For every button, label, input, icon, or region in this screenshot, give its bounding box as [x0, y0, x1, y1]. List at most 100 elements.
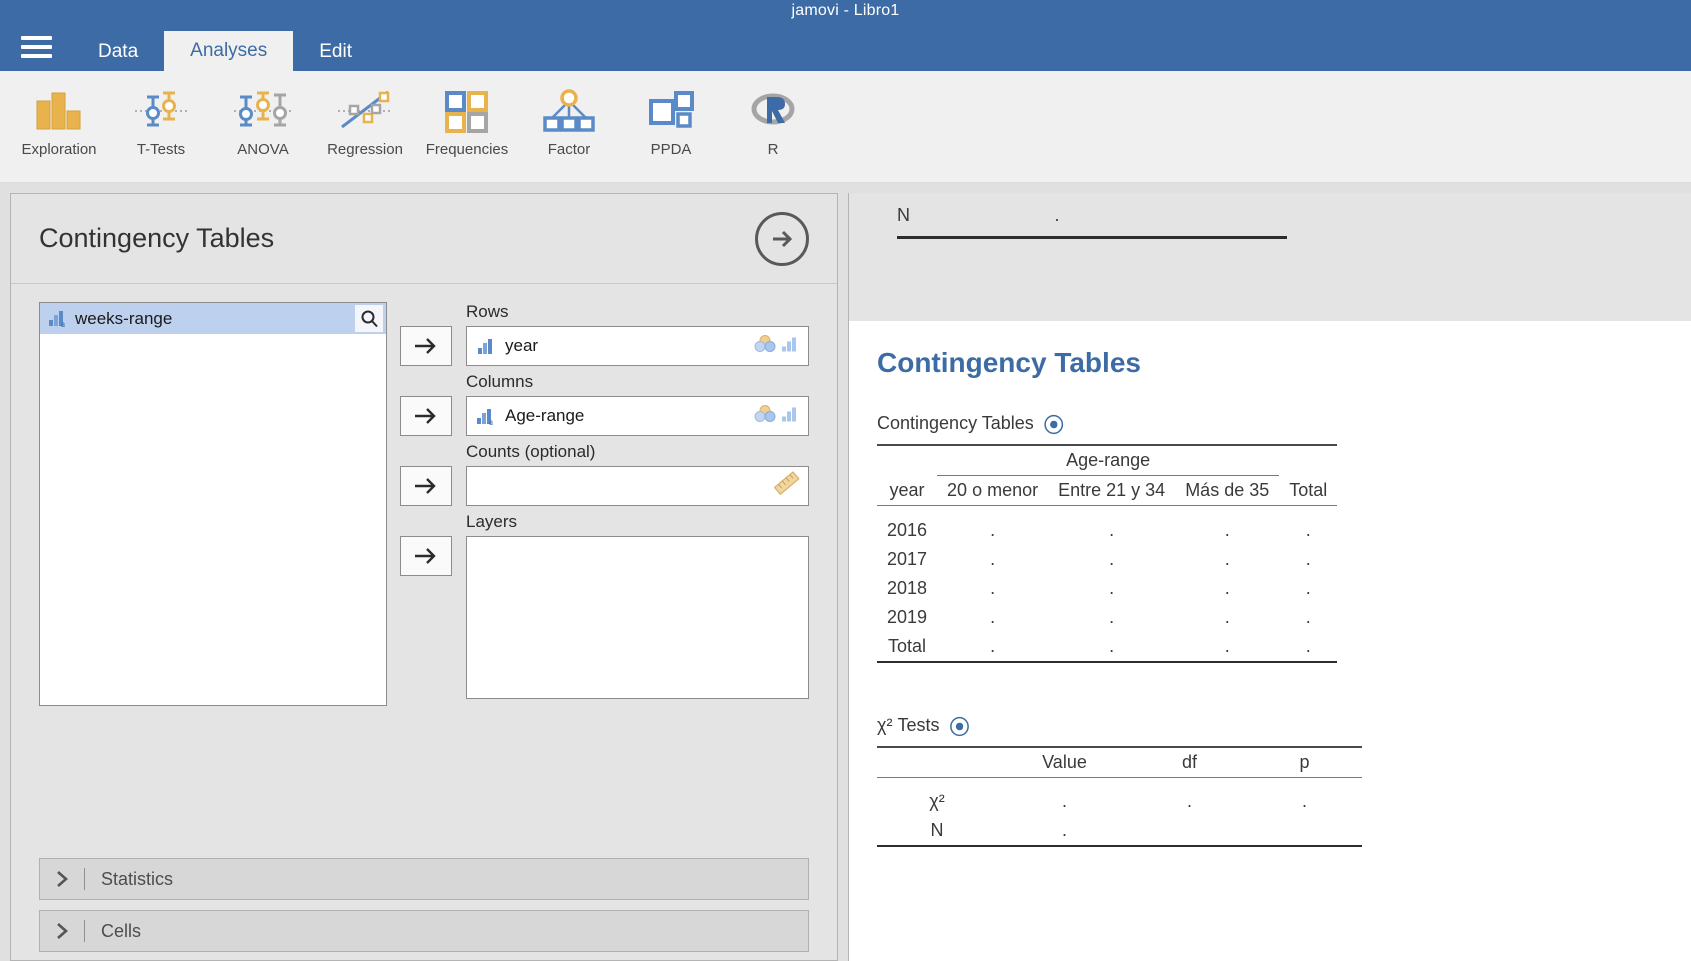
- three-squares-icon: [645, 81, 697, 139]
- ribbon-item-t-tests[interactable]: T-Tests: [110, 71, 212, 158]
- transfer-button-rows[interactable]: [400, 326, 452, 366]
- search-icon[interactable]: [355, 305, 383, 332]
- variable-list[interactable]: a weeks-range: [39, 302, 387, 706]
- row-label: Total: [877, 631, 938, 663]
- ribbon-label: Frequencies: [425, 141, 509, 158]
- table-row: 2018 . . . .: [877, 574, 1337, 603]
- row-header-label: year: [877, 475, 938, 506]
- dropbox-counts[interactable]: [466, 466, 809, 506]
- cell-value: .: [1175, 631, 1280, 663]
- field-group-columns: Columns a Age-range: [400, 372, 809, 436]
- continuous-icon: [773, 471, 800, 501]
- table-row: 2017 . . . .: [877, 545, 1337, 574]
- table-row: 2019 . . . .: [877, 603, 1337, 632]
- arrow-right-circle-icon[interactable]: [755, 211, 809, 266]
- cell-value: .: [1186, 791, 1192, 811]
- analyses-ribbon: Exploration T-Tests ANOVA Regression Fre…: [0, 71, 1691, 183]
- cell-value: .: [1061, 791, 1067, 811]
- assigned-variable-rows[interactable]: year: [477, 336, 538, 356]
- table-caption-contingency[interactable]: Contingency Tables ⦿: [877, 409, 1691, 438]
- field-label-counts: Counts (optional): [466, 442, 596, 461]
- ribbon-item-r[interactable]: R: [722, 71, 824, 158]
- table-row: N .: [877, 205, 1691, 226]
- cell-value: .: [1224, 548, 1230, 569]
- field-label-rows: Rows: [466, 302, 509, 321]
- scatter-line-icon: [334, 81, 396, 139]
- ribbon-item-factor[interactable]: Factor: [518, 71, 620, 158]
- caption-text: Contingency Tables: [877, 413, 1034, 433]
- results-document[interactable]: Contingency Tables Contingency Tables ⦿ …: [849, 321, 1691, 961]
- table-row: 2016 . . . .: [877, 516, 1337, 545]
- cell-value: .: [1054, 205, 1060, 225]
- assigned-variable-columns[interactable]: a Age-range: [477, 406, 584, 426]
- transfer-button-columns[interactable]: [400, 396, 452, 436]
- section-label: Cells: [101, 920, 142, 941]
- column-header: df: [1132, 745, 1247, 778]
- dropbox-rows[interactable]: year: [466, 326, 809, 366]
- results-panel[interactable]: N . Contingency Tables Contingency Table…: [848, 193, 1691, 961]
- hamburger-menu-icon[interactable]: [0, 22, 72, 71]
- cell-value: .: [1048, 631, 1176, 663]
- svg-text:a: a: [489, 417, 493, 425]
- ribbon-label: T-Tests: [136, 141, 186, 158]
- cell-value: .: [1109, 606, 1115, 627]
- nominal-text-icon: a: [477, 408, 505, 425]
- field-group-counts: Counts (optional): [400, 442, 809, 506]
- transfer-button-counts[interactable]: [400, 466, 452, 506]
- tab-data[interactable]: Data: [72, 33, 164, 71]
- ribbon-label: ANOVA: [237, 141, 289, 158]
- cell-value: .: [1109, 519, 1115, 540]
- ordinal-icon: [477, 338, 505, 355]
- ribbon-item-regression[interactable]: Regression: [314, 71, 416, 158]
- ribbon-item-ppda[interactable]: PPDA: [620, 71, 722, 158]
- section-cells[interactable]: Cells: [39, 910, 809, 952]
- section-statistics[interactable]: Statistics: [39, 858, 809, 900]
- cell-value: .: [1305, 606, 1311, 627]
- row-label: N: [877, 816, 997, 847]
- error-bars-three-icon: [232, 81, 294, 139]
- field-group-rows: Rows year: [400, 302, 809, 366]
- cell-value: .: [990, 519, 996, 540]
- cell-value: .: [1109, 548, 1115, 569]
- page-title: Contingency Tables: [39, 223, 275, 253]
- ribbon-item-frequencies[interactable]: Frequencies: [416, 71, 518, 158]
- table-caption-chisq[interactable]: χ² Tests ⦿: [877, 711, 1691, 740]
- cell-value: .: [997, 816, 1132, 847]
- menu-tab-strip: Data Analyses Edit: [0, 22, 1691, 71]
- table-header-row: Value df p: [877, 745, 1362, 778]
- ribbon-item-anova[interactable]: ANOVA: [212, 71, 314, 158]
- ribbon-label: Regression: [327, 141, 403, 158]
- cell-value: .: [1109, 577, 1115, 598]
- cell-value: .: [1301, 791, 1307, 811]
- cell-value: .: [1279, 631, 1338, 663]
- ribbon-item-exploration[interactable]: Exploration: [8, 71, 110, 158]
- ribbon-label: R: [767, 141, 779, 158]
- r-logo-icon: [747, 81, 799, 139]
- variable-name: Age-range: [505, 406, 585, 425]
- list-item[interactable]: a weeks-range: [40, 303, 386, 334]
- transfer-button-layers[interactable]: [400, 536, 452, 576]
- row-label: 2016: [887, 519, 928, 540]
- ordinal-icon: [781, 405, 800, 427]
- row-label: 2019: [887, 606, 928, 627]
- column-header: p: [1247, 745, 1362, 778]
- dropbox-columns[interactable]: a Age-range: [466, 396, 809, 436]
- table-row: N .: [877, 816, 1362, 847]
- chi-square-tests-table: Value df p χ² . . . N .: [877, 745, 1362, 847]
- tab-edit[interactable]: Edit: [293, 33, 378, 71]
- caption-text: χ² Tests: [877, 714, 940, 735]
- column-header: 20 o menor: [937, 475, 1049, 506]
- contingency-table: Age-range year 20 o menor Entre 21 y 34 …: [877, 444, 1338, 663]
- tab-analyses[interactable]: Analyses: [164, 31, 294, 71]
- dropbox-layers[interactable]: [466, 536, 809, 699]
- column-header: Value: [997, 745, 1132, 778]
- variable-name: weeks-range: [75, 308, 173, 328]
- ribbon-label: PPDA: [650, 141, 692, 158]
- row-label: χ²: [929, 791, 945, 811]
- arrow-right-icon: [415, 408, 436, 424]
- table-row: χ² . . .: [877, 787, 1362, 816]
- chevron-right-icon: [40, 921, 84, 941]
- permitted-types-columns: [754, 405, 800, 428]
- results-heading[interactable]: Contingency Tables: [877, 347, 1691, 379]
- field-group-layers: Layers: [400, 512, 809, 699]
